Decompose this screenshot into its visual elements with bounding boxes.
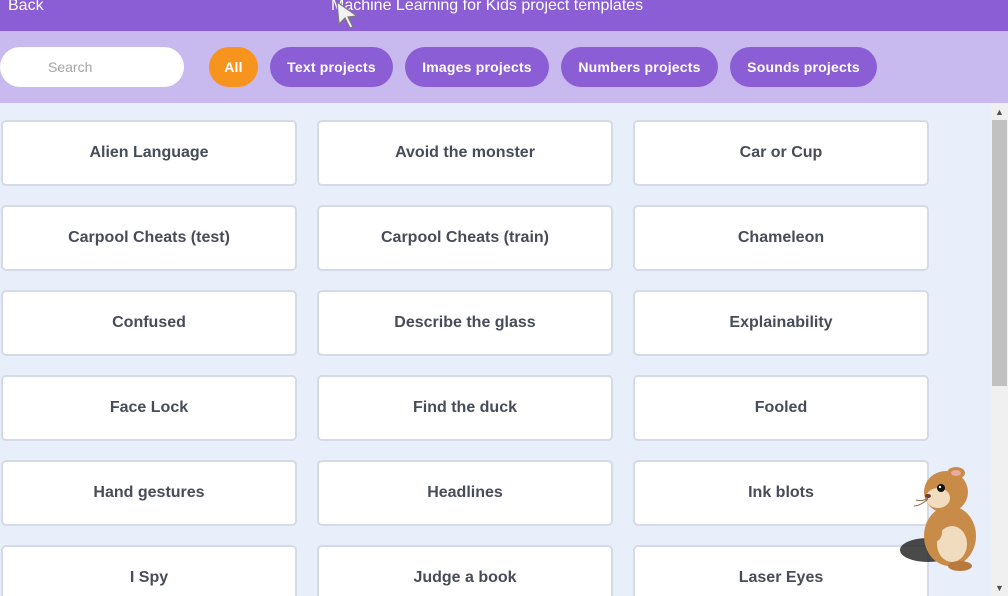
project-card[interactable]: Headlines [317,460,613,526]
project-card[interactable]: Carpool Cheats (train) [317,205,613,271]
project-card[interactable]: Confused [1,290,297,356]
project-card[interactable]: Hand gestures [1,460,297,526]
scroll-down-arrow-icon[interactable]: ▼ [991,579,1008,596]
project-card[interactable]: Chameleon [633,205,929,271]
header-bar: Back Machine Learning for Kids project t… [0,0,1008,31]
mouse-cursor-icon [336,0,359,29]
scroll-up-arrow-icon[interactable]: ▲ [991,103,1008,120]
filter-sounds-projects-button[interactable]: Sounds projects [730,47,877,87]
project-card[interactable]: Face Lock [1,375,297,441]
filter-bar: All Text projects Images projects Number… [0,31,1008,103]
project-card[interactable]: Explainability [633,290,929,356]
back-link[interactable]: Back [8,0,44,15]
project-card[interactable]: Alien Language [1,120,297,186]
project-card[interactable]: Avoid the monster [317,120,613,186]
filter-all-button[interactable]: All [209,47,258,87]
scroll-thumb[interactable] [992,120,1007,386]
hamster-mascot-icon [900,467,976,571]
project-card[interactable]: Laser Eyes [633,545,929,596]
filter-text-projects-button[interactable]: Text projects [270,47,393,87]
project-card[interactable]: Car or Cup [633,120,929,186]
project-card[interactable]: Carpool Cheats (test) [1,205,297,271]
project-card[interactable]: Ink blots [633,460,929,526]
project-card[interactable]: Describe the glass [317,290,613,356]
project-grid: Alien Language Avoid the monster Car or … [0,103,991,596]
filter-images-projects-button[interactable]: Images projects [405,47,549,87]
project-card[interactable]: Find the duck [317,375,613,441]
project-card[interactable]: Judge a book [317,545,613,596]
project-card[interactable]: Fooled [633,375,929,441]
filter-numbers-projects-button[interactable]: Numbers projects [561,47,718,87]
project-card[interactable]: I Spy [1,545,297,596]
page-title: Machine Learning for Kids project templa… [331,0,644,14]
vertical-scrollbar[interactable]: ▲ ▼ [991,103,1008,596]
search-input[interactable] [0,47,184,87]
